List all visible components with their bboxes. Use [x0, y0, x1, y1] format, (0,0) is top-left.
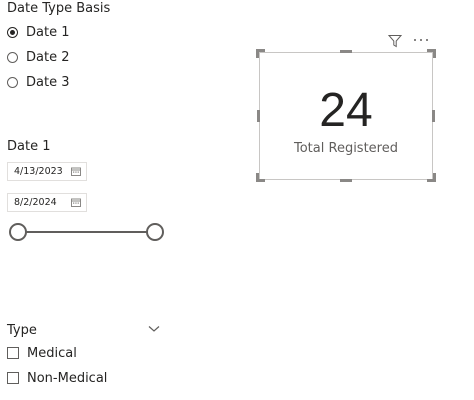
slider-end-handle[interactable]: [146, 223, 164, 241]
checkbox-icon: [7, 372, 19, 384]
date-type-basis-slicer: Date Type Basis Date 1 Date 2 Date 3: [7, 1, 167, 96]
resize-handle-top-right[interactable]: [433, 49, 436, 58]
checkbox-option-medical[interactable]: Medical: [7, 344, 77, 362]
checkbox-option-non-medical[interactable]: Non-Medical: [7, 369, 107, 387]
checkbox-icon: [7, 347, 19, 359]
checkbox-option-label: Non-Medical: [27, 370, 108, 386]
start-date-input[interactable]: 4/13/2023: [7, 162, 87, 181]
radio-unselected-icon: [7, 76, 18, 88]
resize-handle-top[interactable]: [340, 50, 352, 53]
radio-option-date-2[interactable]: Date 2: [7, 48, 167, 66]
card-label: Total Registered: [294, 141, 398, 156]
card-value: 24: [319, 84, 373, 137]
slider-track[interactable]: [19, 231, 154, 233]
more-options-icon[interactable]: [414, 39, 430, 43]
calendar-icon[interactable]: [71, 198, 81, 207]
chevron-down-icon[interactable]: [148, 325, 160, 333]
resize-handle-left[interactable]: [257, 110, 260, 122]
resize-handle-bottom-left[interactable]: [256, 173, 259, 182]
checkbox-option-label: Medical: [27, 345, 77, 361]
date-type-basis-title: Date Type Basis: [7, 1, 111, 16]
slider-start-handle[interactable]: [9, 223, 27, 241]
radio-option-label: Date 1: [26, 24, 70, 40]
resize-handle-top-left[interactable]: [256, 49, 259, 58]
date-slicer-title: Date 1: [7, 139, 51, 154]
radio-option-label: Date 2: [26, 49, 70, 65]
type-slicer-title: Type: [7, 323, 37, 338]
end-date-value: 8/2/2024: [14, 197, 57, 208]
filter-icon[interactable]: [388, 34, 402, 48]
calendar-icon[interactable]: [71, 167, 81, 176]
date-range-slider: [9, 221, 164, 243]
radio-option-date-1[interactable]: Date 1: [7, 23, 167, 41]
resize-handle-bottom-right[interactable]: [433, 173, 436, 182]
radio-option-label: Date 3: [26, 74, 70, 90]
end-date-input[interactable]: 8/2/2024: [7, 193, 87, 212]
resize-handle-bottom[interactable]: [340, 179, 352, 182]
resize-handle-right[interactable]: [432, 110, 435, 122]
radio-unselected-icon: [7, 51, 18, 63]
radio-selected-icon: [7, 26, 18, 38]
card-visual[interactable]: 24 Total Registered: [259, 52, 433, 180]
radio-option-date-3[interactable]: Date 3: [7, 73, 167, 91]
start-date-value: 4/13/2023: [14, 166, 63, 177]
